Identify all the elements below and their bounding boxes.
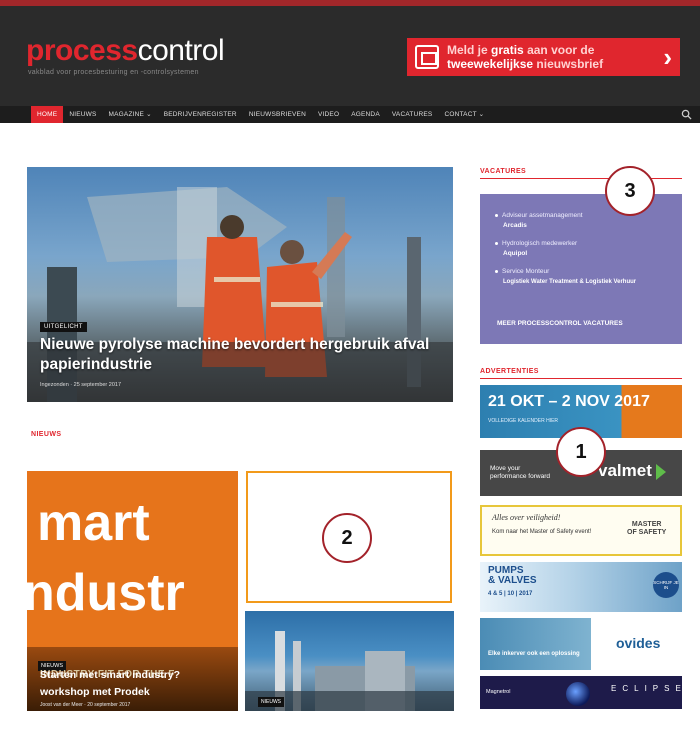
ad-pumps-title: PUMPS & VALVES <box>488 565 537 586</box>
main-navigation: HOME NIEUWS MAGAZINE ⌄ BEDRIJVENREGISTER… <box>0 106 700 123</box>
ad-ovides[interactable]: Elke inkerver ook een oplossing ovides <box>480 618 682 670</box>
logo-tagline: vakblad voor procesbesturing en -control… <box>28 69 199 76</box>
vacatures-label: VACATURES <box>480 168 527 175</box>
vacancy-company-1[interactable]: Arcadis <box>503 222 527 230</box>
header-top-stripe <box>0 0 700 6</box>
valmet-logo: valmet <box>598 461 652 480</box>
ads-divider <box>480 378 682 379</box>
nav-item-nieuws[interactable]: NIEUWS <box>63 106 102 123</box>
news-card-title-line-2[interactable]: workshop met Prodek <box>40 686 150 698</box>
ad-ovides-text: Elke inkerver ook een oplossing <box>488 651 580 657</box>
news-card-title-2[interactable]: ABB heeft interesse in GE <box>258 722 370 732</box>
card-image-word-2: ndustr <box>27 564 185 622</box>
eclipse-orb-graphic <box>566 682 590 706</box>
logo-control: control <box>137 34 225 67</box>
banner-text: Meld je gratis aan voor de tweewekelijks… <box>447 43 604 71</box>
ad-valmet-text: Move your performance forward <box>490 465 550 480</box>
ad-pumps-cta[interactable]: SCHRIJF JE IN <box>653 572 679 598</box>
ads-label: ADVERTENTIES <box>480 368 539 375</box>
chevron-right-icon: › <box>663 42 672 72</box>
ad-event-sub: VOLLEDIGE KALENDER HIER <box>488 418 559 424</box>
newsletter-banner[interactable]: Meld je gratis aan voor de tweewekelijks… <box>407 38 680 76</box>
nav-item-vacatures[interactable]: VACATURES <box>386 106 439 123</box>
news-card-abb[interactable] <box>245 611 454 711</box>
hero-meta: Ingezonden · 25 september 2017 <box>40 382 122 388</box>
vacancy-title-3[interactable]: Service Monteur <box>495 268 549 276</box>
news-card-title[interactable]: Starten met smart industry? <box>40 669 180 681</box>
nav-item-agenda[interactable]: AGENDA <box>345 106 386 123</box>
ad-safety-headline: Alles over veiligheid! <box>492 513 561 522</box>
site-logo[interactable]: processcontrol <box>26 34 225 68</box>
ad-pumps-dates: 4 & 5 | 10 | 2017 <box>488 591 533 597</box>
callout-marker-1: 1 <box>556 427 606 477</box>
news-section-label: NIEUWS <box>31 431 62 438</box>
nav-item-magazine[interactable]: MAGAZINE ⌄ <box>103 106 158 123</box>
ad-pumps-valves[interactable]: PUMPS & VALVES 4 & 5 | 10 | 2017 SCHRIJF … <box>480 562 682 612</box>
ad-event-headline: 21 OKT – 2 NOV 2017 <box>488 393 650 410</box>
vacancy-title-1[interactable]: Adviseur assetmanagement <box>495 212 583 220</box>
hero-category-badge[interactable]: UITGELICHT <box>40 322 87 332</box>
vacancy-company-2[interactable]: Aquipol <box>503 250 527 258</box>
nav-item-nieuwsbrieven[interactable]: NIEUWSBRIEVEN <box>243 106 312 123</box>
nav-item-bedrijvenregister[interactable]: BEDRIJVENREGISTER <box>158 106 243 123</box>
magnetrol-logo: Magnetrol <box>486 689 511 695</box>
vacancy-company-3[interactable]: Logistiek Water Treatment & Logistiek Ve… <box>503 278 636 286</box>
ovides-logo: ovides <box>616 635 661 651</box>
nav-item-contact[interactable]: CONTACT ⌄ <box>438 106 490 123</box>
vacancy-title-2[interactable]: Hydrologisch medewerker <box>495 240 577 248</box>
hero-title[interactable]: Nieuwe pyrolyse machine bevordert hergeb… <box>40 335 440 375</box>
card-image-word-1: mart <box>37 494 150 552</box>
power-plant-image <box>245 631 454 711</box>
ad-master-of-safety[interactable]: Alles over veiligheid! Kom naar het Mast… <box>480 505 682 556</box>
eclipse-wordmark: ECLIPSE <box>611 684 682 693</box>
ad-magnetrol-eclipse[interactable]: Magnetrol ECLIPSE <box>480 676 682 709</box>
logo-process: process <box>26 34 138 67</box>
nav-item-video[interactable]: VIDEO <box>312 106 345 123</box>
nav-list: HOME NIEUWS MAGAZINE ⌄ BEDRIJVENREGISTER… <box>31 106 490 123</box>
ad-safety-text: Kom naar het Master of Safety event! <box>492 529 592 535</box>
more-vacancies-link[interactable]: MEER PROCESSCONTROL VACATURES <box>497 320 623 327</box>
callout-marker-2: 2 <box>322 513 372 563</box>
news-card-meta: Joost van der Meer · 20 september 2017 <box>40 702 131 708</box>
callout-marker-3: 3 <box>605 166 655 216</box>
news-card-badge-2[interactable]: NIEUWS <box>258 697 284 707</box>
search-icon[interactable] <box>681 109 692 120</box>
nav-item-home[interactable]: HOME <box>31 106 64 123</box>
newsletter-icon <box>415 45 439 69</box>
arrow-right-icon <box>656 464 666 480</box>
master-of-safety-logo: MASTER OF SAFETY <box>627 521 667 536</box>
site-header: processcontrol vakblad voor procesbestur… <box>0 0 700 106</box>
